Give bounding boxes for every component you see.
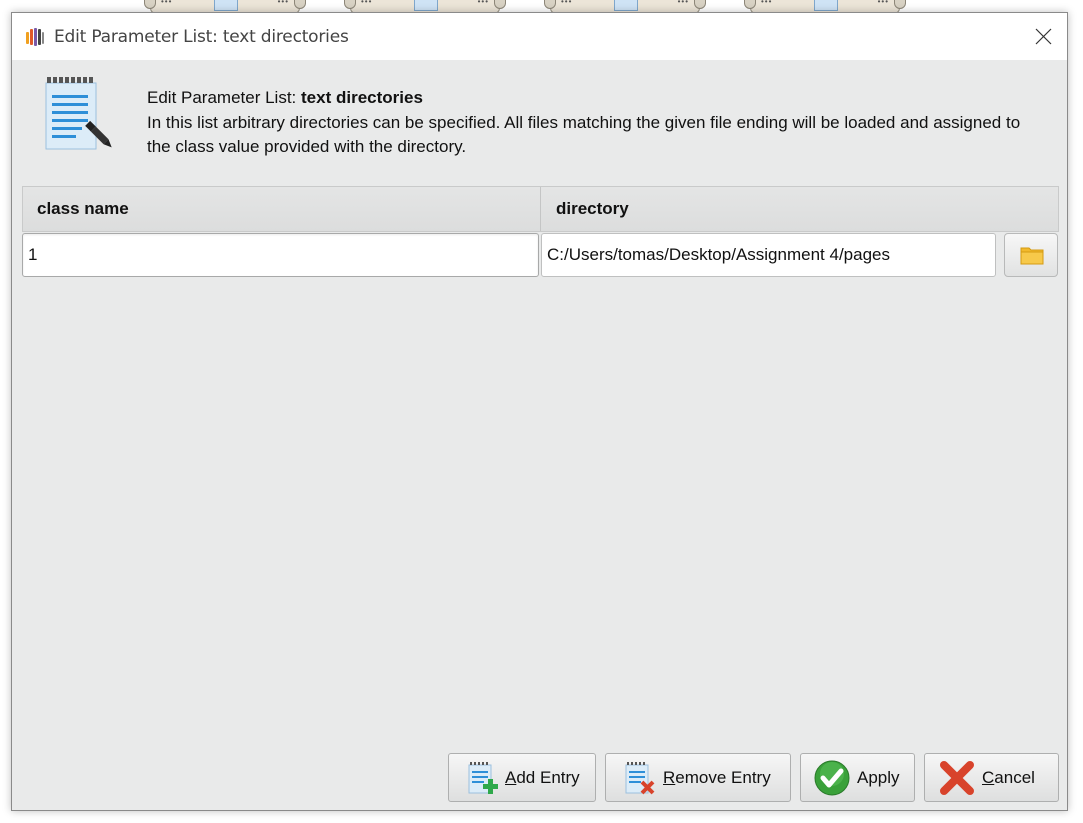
class-name-field[interactable]: 1 [22, 233, 539, 277]
edit-list-icon [42, 77, 114, 157]
column-header-class-name[interactable]: class name [23, 187, 541, 231]
column-header-directory[interactable]: directory [541, 187, 1058, 231]
remove-entry-icon [624, 761, 656, 800]
header-title-parameter: text directories [301, 88, 423, 107]
remove-entry-label: Remove Entry [663, 768, 771, 787]
title-bar[interactable]: Edit Parameter List: text directories [12, 13, 1067, 60]
apply-button[interactable]: Apply [800, 753, 915, 802]
checkmark-icon [814, 760, 850, 801]
add-entry-label: Add Entry [505, 768, 580, 787]
cancel-label: Cancel [982, 768, 1035, 787]
close-button[interactable] [1019, 13, 1067, 60]
window-title: Edit Parameter List: text directories [54, 27, 349, 47]
remove-entry-button[interactable]: Remove Entry [605, 753, 791, 802]
table-header: class name directory [22, 186, 1059, 232]
header-description: In this list arbitrary directories can b… [147, 113, 1021, 156]
folder-icon [1020, 247, 1044, 265]
header-title: Edit Parameter List: text directories [147, 88, 423, 108]
rapidminer-logo-icon [24, 26, 46, 48]
cancel-button[interactable]: Cancel [924, 753, 1059, 802]
cancel-x-icon [939, 760, 975, 801]
add-entry-icon [467, 761, 499, 800]
browse-directory-button[interactable] [1004, 233, 1058, 277]
edit-parameter-list-dialog: Edit Parameter List: text directories Ed… [11, 12, 1068, 811]
add-entry-button[interactable]: Add Entry [448, 753, 596, 802]
directory-field[interactable]: C:/Users/tomas/Desktop/Assignment 4/page… [541, 233, 996, 277]
close-icon [1035, 28, 1052, 45]
apply-label: Apply [857, 768, 900, 787]
header-title-prefix: Edit Parameter List: [147, 88, 302, 107]
